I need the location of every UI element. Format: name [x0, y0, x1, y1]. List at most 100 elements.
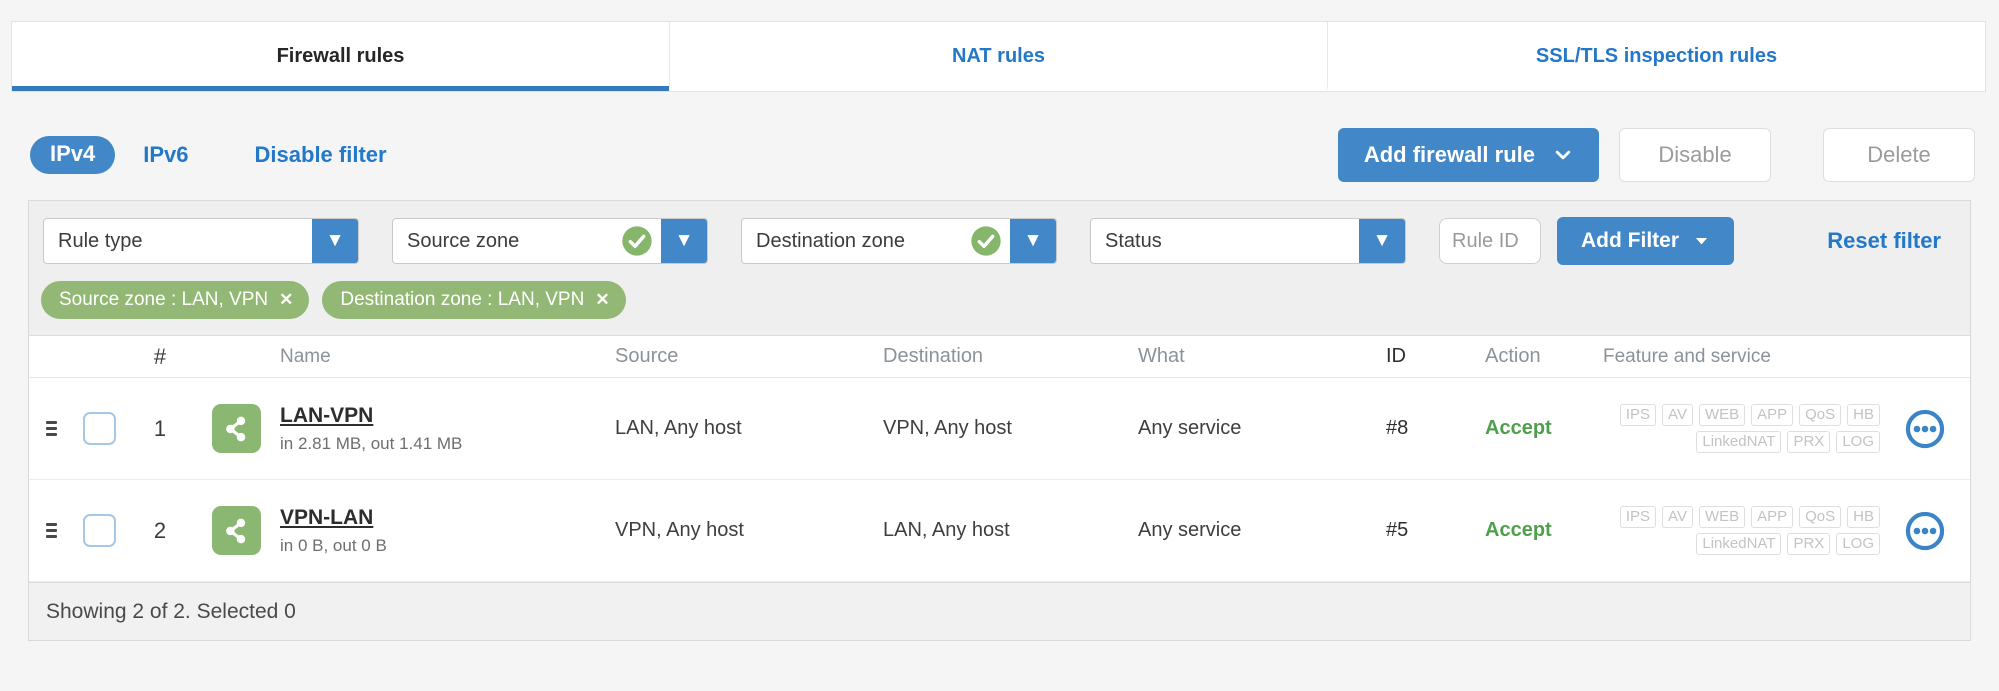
row-checkbox[interactable] [82, 412, 116, 445]
firewall-rules-panel: Rule type ▼ Source zone ▼ Destination zo… [28, 200, 1971, 641]
filter-destination-zone-dropdown[interactable]: Destination zone ▼ [741, 218, 1057, 264]
feature-badge: LOG [1836, 533, 1880, 555]
tab-firewall-rules[interactable]: Firewall rules [12, 22, 669, 91]
feature-badge: PRX [1787, 533, 1831, 555]
feature-badge: PRX [1787, 431, 1831, 453]
add-filter-button[interactable]: Add Filter [1557, 217, 1734, 265]
rule-id-input[interactable] [1439, 218, 1541, 264]
rule-name-link[interactable]: VPN-LAN [280, 506, 607, 530]
row-menu-ellipsis-icon[interactable] [1903, 407, 1947, 451]
rule-action-status: Accept [1485, 417, 1552, 439]
filter-destination-zone-label: Destination zone [756, 229, 905, 252]
feature-badge: QoS [1799, 404, 1842, 426]
add-firewall-rule-button[interactable]: Add firewall rule [1337, 128, 1599, 182]
feature-badge: HB [1847, 506, 1880, 528]
chevron-down-icon [1553, 145, 1573, 165]
ipv6-toggle[interactable]: IPv6 [143, 142, 188, 168]
toolbar: IPv4 IPv6 Disable filter Add firewall ru… [30, 128, 1975, 182]
chevron-down-icon [1693, 233, 1710, 250]
chevron-down-icon[interactable]: ▼ [312, 219, 358, 263]
column-header-name: Name [280, 345, 331, 367]
column-header-index: # [153, 343, 167, 369]
feature-badge: IPS [1619, 404, 1657, 426]
filter-source-zone-label: Source zone [407, 229, 520, 252]
tab-ssl-tls-inspection-rules[interactable]: SSL/TLS inspection rules [1327, 22, 1985, 91]
column-header-action: Action [1485, 345, 1541, 367]
active-filter-chips: Source zone : LAN, VPN ✕ Destination zon… [29, 279, 1970, 335]
rule-what: Any service [1138, 519, 1242, 541]
rule-traffic-stats: in 2.81 MB, out 1.41 MB [280, 433, 463, 453]
filter-status-label: Status [1105, 229, 1162, 252]
share-nodes-icon[interactable] [211, 404, 261, 453]
filter-chip-source-zone-label: Source zone : LAN, VPN [59, 289, 269, 310]
row-checkbox[interactable] [82, 514, 116, 547]
filter-row: Rule type ▼ Source zone ▼ Destination zo… [29, 201, 1970, 279]
rule-action-status: Accept [1485, 519, 1552, 541]
firewall-rules-table: # Name Source Destination What ID Action… [29, 335, 1970, 640]
drag-handle-icon[interactable] [45, 523, 57, 538]
disable-filter-link[interactable]: Disable filter [255, 142, 387, 168]
column-header-id: ID [1386, 345, 1406, 367]
feature-badge: LOG [1836, 431, 1880, 453]
rule-source: LAN, Any host [615, 417, 742, 439]
feature-badge: APP [1751, 404, 1794, 426]
row-menu-ellipsis-icon[interactable] [1903, 509, 1947, 553]
rule-destination: VPN, Any host [883, 417, 1012, 439]
table-row: 1 LAN-VPN in 2.81 MB, out 1.41 MB LAN, A… [29, 378, 1970, 480]
rule-id: #8 [1386, 417, 1409, 439]
disable-button[interactable]: Disable [1619, 128, 1771, 182]
delete-button[interactable]: Delete [1823, 128, 1975, 182]
share-nodes-icon[interactable] [211, 506, 261, 555]
feature-badge: LinkedNAT [1696, 533, 1782, 555]
chevron-down-icon[interactable]: ▼ [1010, 219, 1056, 263]
column-header-destination: Destination [883, 345, 984, 367]
filter-rule-type-dropdown[interactable]: Rule type ▼ [43, 218, 359, 264]
feature-badge: QoS [1799, 506, 1842, 528]
row-index: 2 [153, 517, 167, 543]
close-icon[interactable]: ✕ [595, 290, 609, 310]
feature-badges: IPS AV WEB APP QoS HB LinkedNAT PRX LOG [1603, 506, 1880, 555]
feature-badge: IPS [1619, 506, 1657, 528]
feature-badges: IPS AV WEB APP QoS HB LinkedNAT PRX LOG [1603, 404, 1880, 453]
filter-source-zone-dropdown[interactable]: Source zone ▼ [392, 218, 708, 264]
rules-tab-bar: Firewall rules NAT rules SSL/TLS inspect… [11, 21, 1986, 92]
tab-nat-rules[interactable]: NAT rules [669, 22, 1327, 91]
table-header-row: # Name Source Destination What ID Action… [29, 336, 1970, 378]
rule-source: VPN, Any host [615, 519, 744, 541]
ipv4-toggle[interactable]: IPv4 [30, 136, 116, 174]
drag-handle-icon[interactable] [45, 421, 57, 436]
feature-badge: APP [1751, 506, 1794, 528]
toolbar-actions: Add firewall rule Disable Delete [1337, 128, 1975, 182]
rule-destination: LAN, Any host [883, 519, 1010, 541]
tab-firewall-rules-label: Firewall rules [276, 45, 405, 67]
feature-badge: HB [1847, 404, 1880, 426]
feature-badge: AV [1662, 506, 1693, 528]
chevron-down-icon[interactable]: ▼ [1359, 219, 1405, 263]
row-index: 1 [153, 415, 167, 441]
filter-rule-type-label: Rule type [58, 229, 143, 252]
table-row: 2 VPN-LAN in 0 B, out 0 B VPN, Any host … [29, 480, 1970, 582]
close-icon[interactable]: ✕ [279, 290, 293, 310]
column-header-feature-and-service: Feature and service [1603, 345, 1771, 367]
chevron-down-icon[interactable]: ▼ [661, 219, 707, 263]
rule-what: Any service [1138, 417, 1242, 439]
feature-badge: WEB [1698, 506, 1746, 528]
rule-name-link[interactable]: LAN-VPN [280, 404, 607, 428]
feature-badge: LinkedNAT [1696, 431, 1782, 453]
filter-chip-destination-zone: Destination zone : LAN, VPN ✕ [322, 281, 626, 319]
add-firewall-rule-label: Add firewall rule [1363, 142, 1535, 167]
column-header-what: What [1138, 345, 1185, 367]
rule-id: #5 [1386, 519, 1409, 541]
rule-traffic-stats: in 0 B, out 0 B [280, 535, 387, 555]
filter-chip-source-zone: Source zone : LAN, VPN ✕ [41, 281, 310, 319]
column-header-source: Source [615, 345, 679, 367]
feature-badge: AV [1662, 404, 1693, 426]
tab-nat-rules-label: NAT rules [952, 45, 1045, 67]
add-filter-label: Add Filter [1581, 229, 1679, 252]
table-footer: Showing 2 of 2. Selected 0 [29, 582, 1970, 640]
check-circle-icon [970, 225, 1002, 257]
feature-badge: WEB [1698, 404, 1746, 426]
reset-filter-link[interactable]: Reset filter [1827, 228, 1941, 254]
filter-status-dropdown[interactable]: Status ▼ [1090, 218, 1406, 264]
tab-ssl-tls-inspection-rules-label: SSL/TLS inspection rules [1535, 45, 1778, 67]
